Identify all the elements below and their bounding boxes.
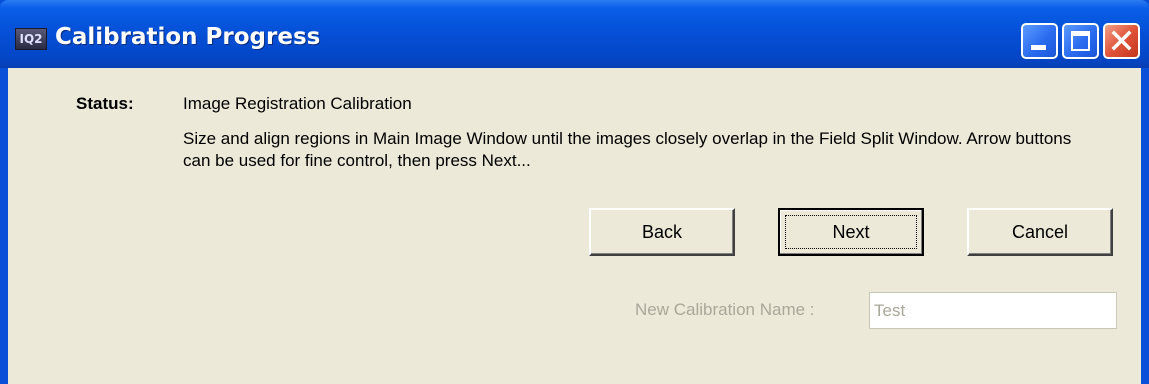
cancel-button[interactable]: Cancel [967, 208, 1113, 256]
title-bar[interactable]: IQ2 Calibration Progress [0, 0, 1149, 68]
maximize-button[interactable] [1062, 23, 1099, 59]
status-label: Status: [76, 94, 134, 113]
close-button[interactable] [1103, 23, 1140, 59]
back-button[interactable]: Back [589, 208, 735, 256]
calibration-progress-window: IQ2 Calibration Progress Status: Image R… [0, 0, 1149, 384]
minimize-icon [1031, 45, 1046, 50]
calibration-name-input[interactable] [869, 292, 1117, 329]
window-title: Calibration Progress [55, 24, 321, 50]
maximize-icon [1071, 31, 1090, 51]
status-title: Image Registration Calibration [183, 94, 412, 113]
status-description: Size and align regions in Main Image Win… [183, 129, 1072, 170]
next-button[interactable]: Next [778, 208, 924, 256]
calibration-name-label: New Calibration Name : [635, 300, 815, 319]
dialog-body: Status: Image Registration Calibration S… [8, 68, 1141, 384]
close-icon [1111, 30, 1132, 51]
minimize-button[interactable] [1021, 23, 1058, 59]
app-icon: IQ2 [15, 28, 47, 50]
next-button-label: Next [785, 215, 917, 249]
